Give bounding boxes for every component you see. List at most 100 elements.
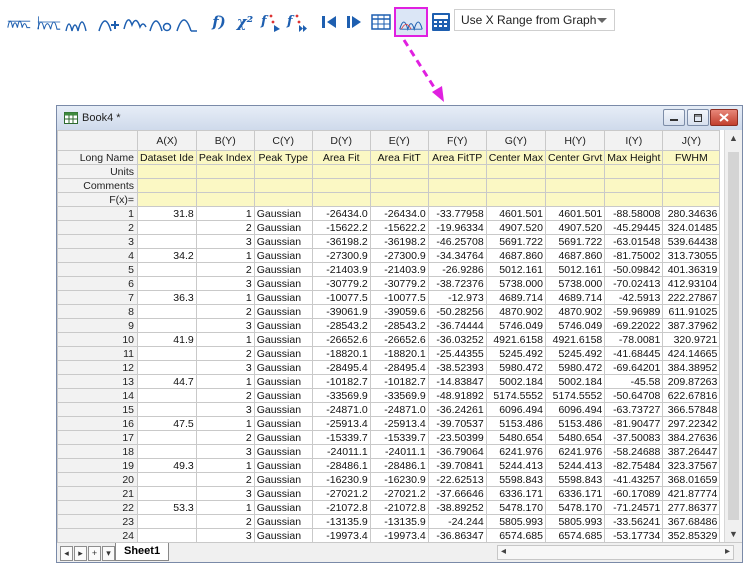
table-cell[interactable]: -10182.7 bbox=[369, 374, 429, 389]
table-cell[interactable]: -28495.4 bbox=[311, 360, 371, 375]
row-header[interactable]: 5 bbox=[57, 262, 138, 277]
table-cell[interactable]: -25.44355 bbox=[427, 346, 487, 361]
table-icon[interactable] bbox=[368, 9, 394, 35]
meta-cell[interactable] bbox=[604, 164, 664, 179]
x-range-dropdown[interactable]: Use X Range from Graph bbox=[454, 9, 615, 31]
table-cell[interactable] bbox=[137, 430, 197, 445]
column-header[interactable]: D(Y) bbox=[311, 130, 371, 151]
table-cell[interactable]: 5002.184 bbox=[485, 374, 546, 389]
table-cell[interactable]: 6336.171 bbox=[485, 486, 546, 501]
table-cell[interactable]: 2 bbox=[195, 262, 255, 277]
table-cell[interactable] bbox=[137, 388, 197, 403]
table-cell[interactable]: -70.02413 bbox=[604, 276, 664, 291]
table-cell[interactable]: 5691.722 bbox=[485, 234, 546, 249]
table-cell[interactable]: 1 bbox=[195, 332, 255, 347]
table-cell[interactable]: -81.90477 bbox=[604, 416, 664, 431]
table-cell[interactable]: 421.87774 bbox=[662, 486, 721, 501]
meta-cell[interactable] bbox=[604, 178, 664, 193]
table-cell[interactable]: 49.3 bbox=[137, 458, 197, 473]
long-name-cell[interactable]: Area FitTP bbox=[427, 150, 487, 165]
table-cell[interactable]: -50.64708 bbox=[604, 388, 664, 403]
table-cell[interactable]: -38.89252 bbox=[427, 500, 487, 515]
table-cell[interactable]: 3 bbox=[195, 402, 255, 417]
table-cell[interactable]: Gaussian bbox=[253, 528, 313, 542]
meta-cell[interactable] bbox=[137, 164, 197, 179]
comments-label[interactable]: Comments bbox=[57, 178, 138, 193]
table-cell[interactable]: Gaussian bbox=[253, 248, 313, 263]
table-cell[interactable]: 5805.993 bbox=[485, 514, 546, 529]
table-cell[interactable]: 539.64438 bbox=[662, 234, 721, 249]
row-header[interactable]: 15 bbox=[57, 402, 138, 417]
table-cell[interactable]: -45.29445 bbox=[604, 220, 664, 235]
table-cell[interactable]: 5691.722 bbox=[544, 234, 606, 249]
table-cell[interactable]: -39.70537 bbox=[427, 416, 487, 431]
row-header[interactable]: 4 bbox=[57, 248, 138, 263]
table-cell[interactable]: 1 bbox=[195, 500, 255, 515]
meta-cell[interactable] bbox=[427, 192, 487, 207]
peak-plot-icon-3[interactable] bbox=[64, 9, 90, 35]
table-cell[interactable]: -48.91892 bbox=[427, 388, 487, 403]
table-cell[interactable]: -27021.2 bbox=[311, 486, 371, 501]
table-cell[interactable]: 323.37567 bbox=[662, 458, 721, 473]
meta-cell[interactable] bbox=[662, 178, 721, 193]
long-name-cell[interactable]: Center Max bbox=[485, 150, 546, 165]
table-cell[interactable]: -33569.9 bbox=[311, 388, 371, 403]
table-cell[interactable]: -41.68445 bbox=[604, 346, 664, 361]
table-cell[interactable] bbox=[137, 528, 197, 542]
table-cell[interactable]: -12.973 bbox=[427, 290, 487, 305]
table-cell[interactable]: -18820.1 bbox=[369, 346, 429, 361]
table-cell[interactable]: -24011.1 bbox=[369, 444, 429, 459]
table-cell[interactable]: -24011.1 bbox=[311, 444, 371, 459]
table-cell[interactable]: 5746.049 bbox=[485, 318, 546, 333]
column-header[interactable]: E(Y) bbox=[369, 130, 429, 151]
corner-cell[interactable] bbox=[57, 130, 138, 151]
table-cell[interactable]: -58.24688 bbox=[604, 444, 664, 459]
remove-peak-icon[interactable] bbox=[148, 9, 174, 35]
table-cell[interactable]: 2 bbox=[195, 220, 255, 235]
table-cell[interactable]: Gaussian bbox=[253, 374, 313, 389]
table-cell[interactable]: 4689.714 bbox=[485, 290, 546, 305]
table-cell[interactable]: -27300.9 bbox=[311, 248, 371, 263]
table-cell[interactable]: -46.25708 bbox=[427, 234, 487, 249]
table-cell[interactable]: -28543.2 bbox=[311, 318, 371, 333]
table-cell[interactable]: 366.57848 bbox=[662, 402, 721, 417]
table-cell[interactable]: -28495.4 bbox=[369, 360, 429, 375]
table-cell[interactable]: 387.26447 bbox=[662, 444, 721, 459]
table-cell[interactable]: -81.75002 bbox=[604, 248, 664, 263]
table-cell[interactable]: -39061.9 bbox=[311, 304, 371, 319]
table-cell[interactable]: -21403.9 bbox=[311, 262, 371, 277]
table-cell[interactable]: 5738.000 bbox=[485, 276, 546, 291]
meta-cell[interactable] bbox=[253, 178, 313, 193]
table-cell[interactable]: 2 bbox=[195, 388, 255, 403]
table-cell[interactable]: 44.7 bbox=[137, 374, 197, 389]
maximize-button[interactable] bbox=[687, 109, 709, 126]
table-cell[interactable]: -39.70841 bbox=[427, 458, 487, 473]
meta-cell[interactable] bbox=[137, 192, 197, 207]
table-cell[interactable]: 6096.494 bbox=[485, 402, 546, 417]
peak-shape-icon[interactable] bbox=[174, 9, 200, 35]
table-cell[interactable]: 384.27636 bbox=[662, 430, 721, 445]
table-cell[interactable]: -13135.9 bbox=[311, 514, 371, 529]
long-name-cell[interactable]: Peak Type bbox=[253, 150, 313, 165]
table-cell[interactable]: -22.62513 bbox=[427, 472, 487, 487]
meta-cell[interactable] bbox=[195, 164, 255, 179]
table-cell[interactable]: 5980.472 bbox=[485, 360, 546, 375]
table-cell[interactable]: 622.67816 bbox=[662, 388, 721, 403]
table-cell[interactable]: 222.27867 bbox=[662, 290, 721, 305]
table-cell[interactable]: -25913.4 bbox=[369, 416, 429, 431]
table-cell[interactable]: -63.73727 bbox=[604, 402, 664, 417]
table-cell[interactable]: Gaussian bbox=[253, 332, 313, 347]
table-cell[interactable]: Gaussian bbox=[253, 472, 313, 487]
table-cell[interactable]: -36.03252 bbox=[427, 332, 487, 347]
table-cell[interactable]: 1 bbox=[195, 374, 255, 389]
table-cell[interactable]: -38.52393 bbox=[427, 360, 487, 375]
table-cell[interactable]: -24871.0 bbox=[311, 402, 371, 417]
table-cell[interactable]: -37.50083 bbox=[604, 430, 664, 445]
table-cell[interactable]: -28543.2 bbox=[369, 318, 429, 333]
table-cell[interactable]: 384.38952 bbox=[662, 360, 721, 375]
vertical-scrollbar[interactable]: ▲ ▼ bbox=[724, 130, 742, 542]
table-cell[interactable]: -26652.6 bbox=[369, 332, 429, 347]
table-cell[interactable] bbox=[137, 360, 197, 375]
table-cell[interactable]: 34.2 bbox=[137, 248, 197, 263]
table-cell[interactable]: 280.34636 bbox=[662, 206, 721, 221]
